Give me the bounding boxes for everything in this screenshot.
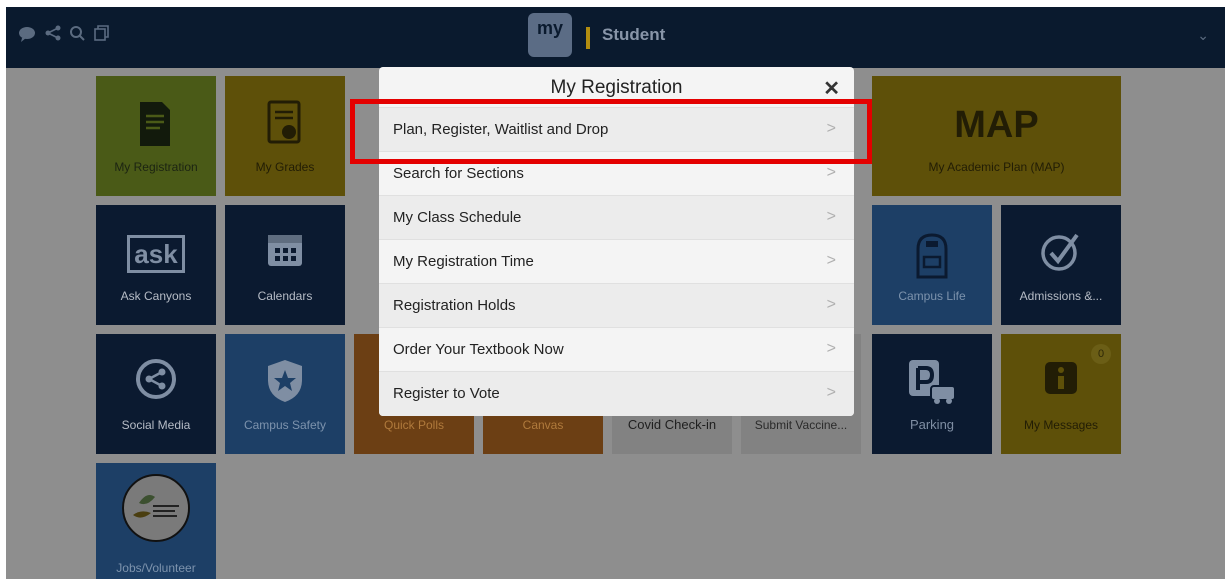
copy-icon[interactable] [90, 25, 112, 47]
tile-label: Submit Vaccine... [754, 418, 848, 432]
check-circle-icon [1001, 229, 1121, 284]
menu-item-class-schedule[interactable]: My Class Schedule > [379, 195, 854, 240]
search-icon[interactable] [66, 25, 88, 47]
menu-item-registration-time[interactable]: My Registration Time > [379, 239, 854, 284]
top-bar: my Student ⌄ [6, 7, 1225, 68]
tile-label: Ask Canyons [120, 289, 192, 303]
tile-my-registration[interactable]: My Registration [96, 76, 216, 196]
tile-my-academic-plan[interactable]: MAP My Academic Plan (MAP) [872, 76, 1121, 196]
tile-label: My Academic Plan (MAP) [928, 160, 1065, 174]
certificate-icon [225, 100, 345, 159]
tile-label: Social Media [121, 418, 191, 432]
chevron-right-icon: > [826, 384, 836, 401]
app-title: Student [602, 25, 666, 44]
tile-label: Quick Polls [383, 418, 445, 432]
tile-label: My Grades [255, 160, 315, 174]
tile-ask-canyons[interactable]: ask Ask Canyons [96, 205, 216, 325]
tile-jobs-volunteer[interactable]: Jobs/Volunteer [96, 463, 216, 579]
tile-campus-life[interactable]: Campus Life [872, 205, 992, 325]
backpack-icon [872, 229, 992, 292]
calendar-icon [225, 229, 345, 280]
tile-label: Jobs/Volunteer [116, 561, 196, 575]
chevron-right-icon: > [826, 252, 836, 269]
menu-item-label: My Registration Time [393, 253, 534, 270]
info-icon [1001, 358, 1121, 409]
tile-label: Campus Safety [243, 418, 327, 432]
message-count-badge: 0 [1091, 344, 1111, 364]
tile-parking[interactable]: Parking [872, 334, 992, 454]
ask-icon: ask [96, 229, 216, 279]
menu-item-label: Registration Holds [393, 297, 516, 314]
map-logo-icon: MAP [954, 104, 1039, 146]
tile-campus-safety[interactable]: Campus Safety [225, 334, 345, 454]
tile-label: Calendars [257, 289, 313, 303]
tile-my-grades[interactable]: My Grades [225, 76, 345, 196]
menu-item-register-to-vote[interactable]: Register to Vote > [379, 371, 854, 416]
menu-item-label: Search for Sections [393, 165, 524, 182]
modal-title: My Registration [550, 77, 683, 98]
tile-admissions[interactable]: Admissions &... [1001, 205, 1121, 325]
chat-icon[interactable] [16, 25, 38, 47]
menu-item-label: Register to Vote [393, 385, 500, 402]
close-icon[interactable]: ✕ [823, 76, 840, 101]
tile-my-messages[interactable]: 0 My Messages [1001, 334, 1121, 454]
chevron-down-icon[interactable]: ⌄ [1197, 27, 1209, 44]
tile-social-media[interactable]: Social Media [96, 334, 216, 454]
chevron-right-icon: > [826, 296, 836, 313]
menu-item-label: My Class Schedule [393, 209, 522, 226]
menu-item-order-textbook[interactable]: Order Your Textbook Now > [379, 327, 854, 372]
logo-text: my [536, 18, 563, 38]
tile-label: My Registration [114, 160, 198, 174]
highlight-box [350, 99, 872, 164]
tile-calendars[interactable]: Calendars [225, 205, 345, 325]
app-logo[interactable]: my [528, 13, 572, 57]
share-circle-icon [96, 358, 216, 411]
tile-label: Campus Life [898, 289, 966, 303]
jobs-logo-icon [96, 473, 216, 554]
title-divider [586, 27, 590, 49]
tile-label: Admissions &... [1019, 289, 1103, 303]
shield-star-icon [225, 358, 345, 415]
tile-label: Covid Check-in [627, 417, 717, 432]
share-icon[interactable] [42, 25, 64, 47]
tile-label: Parking [909, 417, 955, 432]
menu-item-label: Order Your Textbook Now [393, 341, 564, 358]
menu-item-registration-holds[interactable]: Registration Holds > [379, 283, 854, 328]
chevron-right-icon: > [826, 164, 836, 181]
parking-icon [872, 358, 992, 417]
chevron-right-icon: > [826, 208, 836, 225]
tile-label: My Messages [1023, 418, 1099, 432]
tile-label: Canvas [522, 418, 564, 432]
document-edit-icon [96, 100, 216, 159]
chevron-right-icon: > [826, 340, 836, 357]
